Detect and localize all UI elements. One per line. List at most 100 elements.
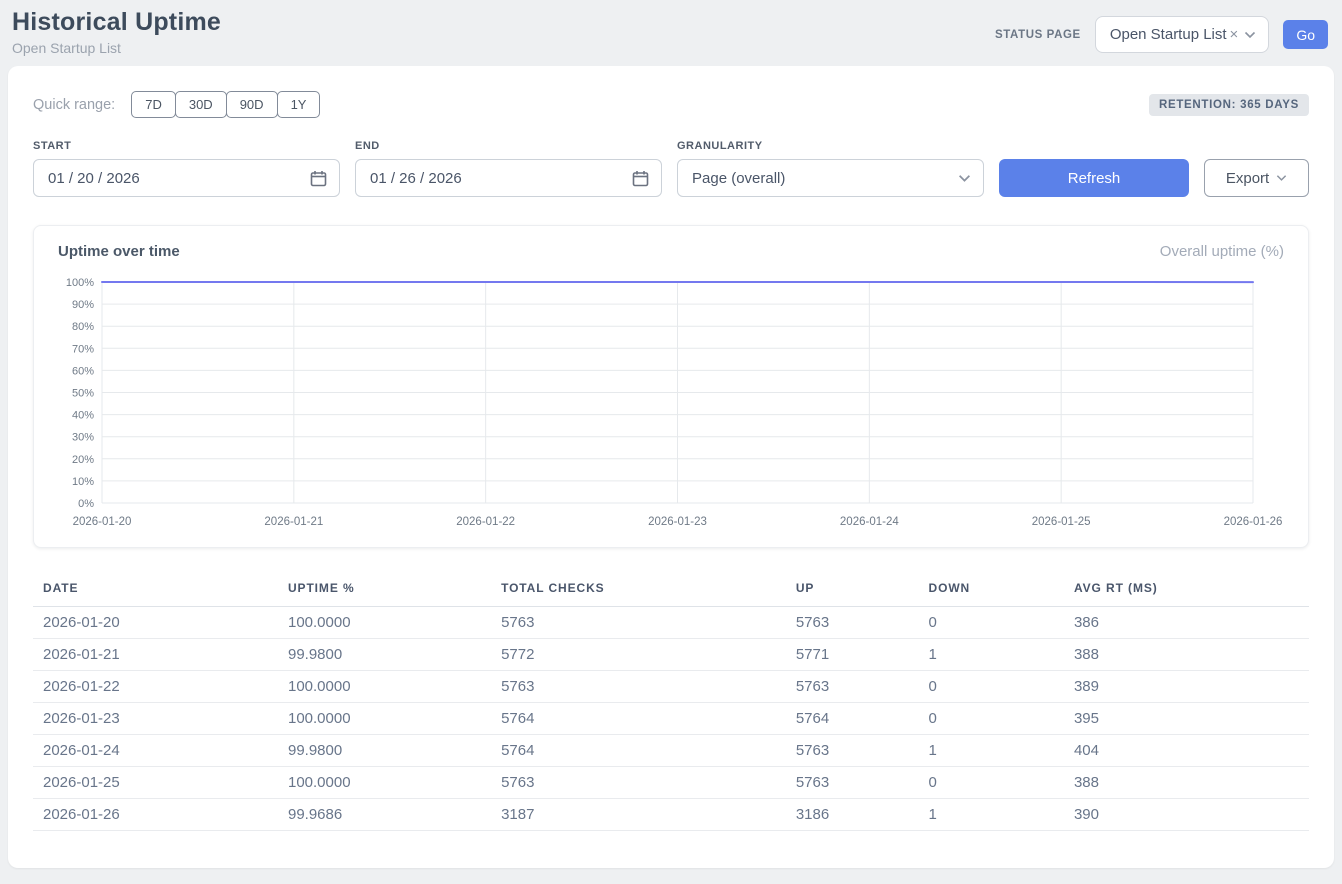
table-cell: 5763 xyxy=(786,735,919,767)
status-page-select[interactable]: Open Startup List × xyxy=(1095,16,1270,53)
svg-text:80%: 80% xyxy=(72,321,94,333)
quick-range-1y-button[interactable]: 1Y xyxy=(277,91,321,118)
quick-range-row: Quick range: 7D 30D 90D 1Y RETENTION: 36… xyxy=(33,91,1309,118)
table-row: 2026-01-23100.0000576457640395 xyxy=(33,703,1309,735)
export-button[interactable]: Export xyxy=(1204,159,1309,197)
table-cell: 2026-01-25 xyxy=(33,767,278,799)
svg-text:10%: 10% xyxy=(72,476,94,488)
table-cell: 99.9686 xyxy=(278,799,491,831)
svg-text:2026-01-23: 2026-01-23 xyxy=(648,516,707,528)
uptime-table: DATE UPTIME % TOTAL CHECKS UP DOWN AVG R… xyxy=(33,575,1309,831)
refresh-button[interactable]: Refresh xyxy=(999,159,1189,197)
uptime-chart: 0%10%20%30%40%50%60%70%80%90%100%2026-01… xyxy=(58,274,1285,528)
col-header-avg-rt: AVG RT (MS) xyxy=(1064,575,1309,607)
retention-badge: RETENTION: 365 DAYS xyxy=(1149,94,1309,116)
granularity-value: Page (overall) xyxy=(692,170,785,187)
col-header-up: UP xyxy=(786,575,919,607)
calendar-icon[interactable] xyxy=(310,170,327,187)
svg-text:40%: 40% xyxy=(72,410,94,422)
col-header-total-checks: TOTAL CHECKS xyxy=(491,575,786,607)
quick-range-30d-button[interactable]: 30D xyxy=(175,91,227,118)
svg-text:0%: 0% xyxy=(78,498,94,510)
table-cell: 5763 xyxy=(786,767,919,799)
table-cell: 404 xyxy=(1064,735,1309,767)
svg-text:90%: 90% xyxy=(72,299,94,311)
table-cell: 0 xyxy=(919,767,1064,799)
quick-range-90d-button[interactable]: 90D xyxy=(226,91,278,118)
start-date-field-group: START 01 / 20 / 2026 xyxy=(33,140,340,197)
chart-header: Uptime over time Overall uptime (%) xyxy=(58,243,1284,260)
calendar-icon[interactable] xyxy=(632,170,649,187)
status-page-value: Open Startup List xyxy=(1110,26,1227,43)
page-title: Historical Uptime xyxy=(12,8,221,37)
table-cell: 5771 xyxy=(786,639,919,671)
table-row: 2026-01-2699.9686318731861390 xyxy=(33,799,1309,831)
granularity-field-group: GRANULARITY Page (overall) xyxy=(677,140,984,197)
granularity-label: GRANULARITY xyxy=(677,140,984,152)
chart-title: Uptime over time xyxy=(58,243,180,260)
table-cell: 388 xyxy=(1064,767,1309,799)
table-row: 2026-01-25100.0000576357630388 xyxy=(33,767,1309,799)
table-cell: 5763 xyxy=(786,671,919,703)
table-cell: 2026-01-20 xyxy=(33,607,278,639)
table-cell: 100.0000 xyxy=(278,767,491,799)
quick-range-7d-button[interactable]: 7D xyxy=(131,91,176,118)
svg-text:2026-01-20: 2026-01-20 xyxy=(73,516,132,528)
filter-form-row: START 01 / 20 / 2026 END 01 / 26 / 2026 … xyxy=(33,140,1309,197)
table-cell: 5763 xyxy=(491,671,786,703)
table-cell: 1 xyxy=(919,735,1064,767)
end-date-label: END xyxy=(355,140,662,152)
table-cell: 2026-01-24 xyxy=(33,735,278,767)
table-cell: 5763 xyxy=(786,607,919,639)
main-card: Quick range: 7D 30D 90D 1Y RETENTION: 36… xyxy=(8,66,1334,868)
end-date-value: 01 / 26 / 2026 xyxy=(370,170,462,187)
table-cell: 3187 xyxy=(491,799,786,831)
granularity-select[interactable]: Page (overall) xyxy=(677,159,984,197)
table-cell: 99.9800 xyxy=(278,639,491,671)
table-cell: 389 xyxy=(1064,671,1309,703)
svg-text:60%: 60% xyxy=(72,365,94,377)
table-cell: 100.0000 xyxy=(278,703,491,735)
svg-text:2026-01-24: 2026-01-24 xyxy=(840,516,899,528)
table-cell: 1 xyxy=(919,639,1064,671)
quick-range-group: 7D 30D 90D 1Y xyxy=(131,91,320,118)
col-header-date: DATE xyxy=(33,575,278,607)
table-row: 2026-01-20100.0000576357630386 xyxy=(33,607,1309,639)
chevron-down-icon xyxy=(1244,31,1256,39)
table-cell: 0 xyxy=(919,703,1064,735)
table-row: 2026-01-2199.9800577257711388 xyxy=(33,639,1309,671)
end-date-input[interactable]: 01 / 26 / 2026 xyxy=(355,159,662,197)
table-cell: 2026-01-26 xyxy=(33,799,278,831)
svg-text:100%: 100% xyxy=(66,277,94,289)
table-header-row: DATE UPTIME % TOTAL CHECKS UP DOWN AVG R… xyxy=(33,575,1309,607)
svg-text:30%: 30% xyxy=(72,432,94,444)
start-date-input[interactable]: 01 / 20 / 2026 xyxy=(33,159,340,197)
chevron-down-icon xyxy=(1276,174,1287,182)
table-cell: 5764 xyxy=(786,703,919,735)
svg-text:20%: 20% xyxy=(72,454,94,466)
table-cell: 100.0000 xyxy=(278,607,491,639)
table-cell: 5763 xyxy=(491,607,786,639)
page-subtitle: Open Startup List xyxy=(12,40,221,56)
status-page-label: STATUS PAGE xyxy=(995,29,1081,41)
clear-icon[interactable]: × xyxy=(1230,26,1239,43)
chart-legend: Overall uptime (%) xyxy=(1160,243,1284,260)
go-button[interactable]: Go xyxy=(1283,20,1328,49)
table-cell: 5772 xyxy=(491,639,786,671)
table-row: 2026-01-22100.0000576357630389 xyxy=(33,671,1309,703)
svg-text:2026-01-25: 2026-01-25 xyxy=(1032,516,1091,528)
table-cell: 5763 xyxy=(491,767,786,799)
table-cell: 388 xyxy=(1064,639,1309,671)
table-cell: 99.9800 xyxy=(278,735,491,767)
svg-text:2026-01-21: 2026-01-21 xyxy=(264,516,323,528)
chevron-down-icon xyxy=(958,174,971,183)
svg-text:50%: 50% xyxy=(72,388,94,400)
table-cell: 5764 xyxy=(491,735,786,767)
svg-text:2026-01-22: 2026-01-22 xyxy=(456,516,515,528)
table-cell: 0 xyxy=(919,671,1064,703)
table-cell: 2026-01-21 xyxy=(33,639,278,671)
status-page-picker: STATUS PAGE Open Startup List × Go xyxy=(995,16,1328,53)
start-date-label: START xyxy=(33,140,340,152)
table-cell: 5764 xyxy=(491,703,786,735)
topbar: Historical Uptime Open Startup List STAT… xyxy=(0,0,1342,62)
